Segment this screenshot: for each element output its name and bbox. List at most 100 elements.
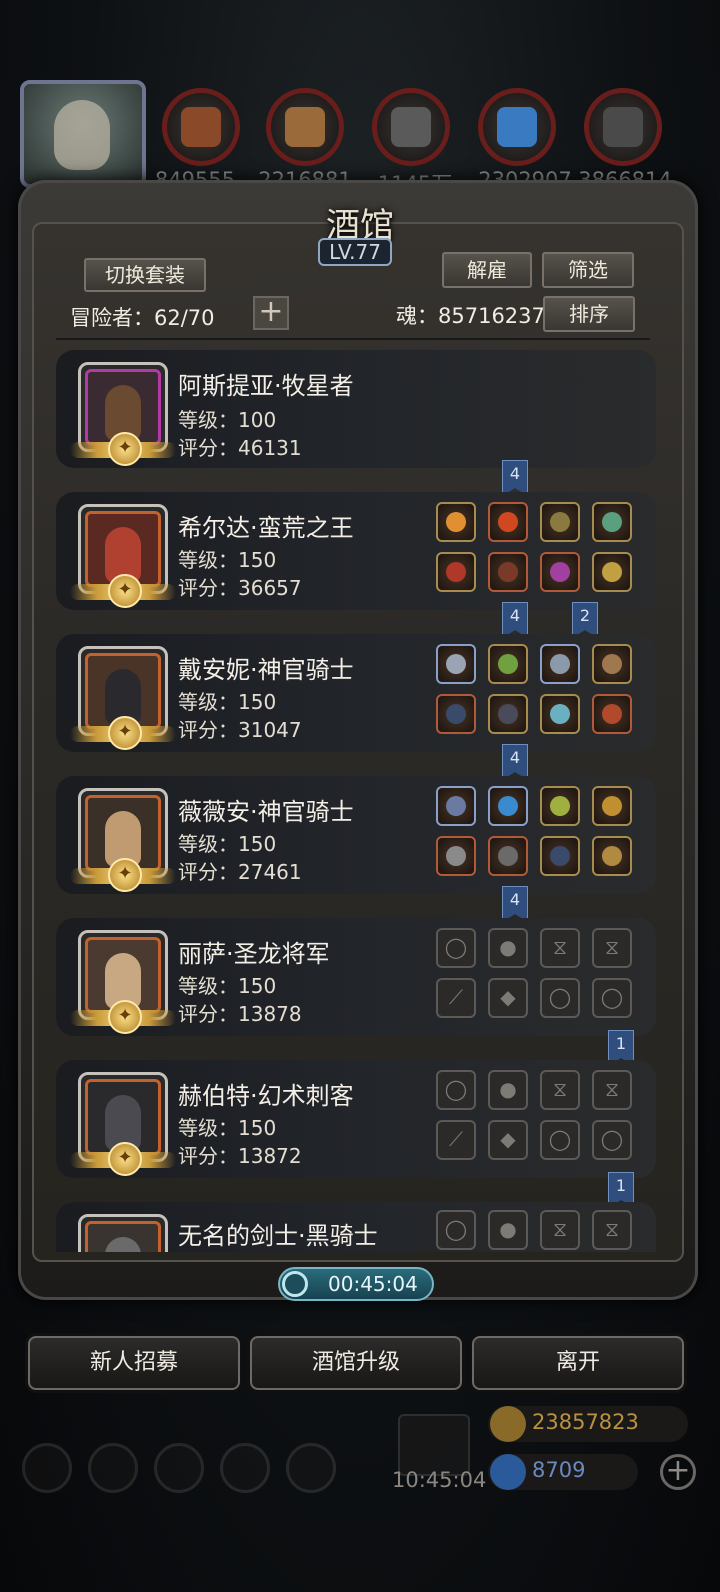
spiked-armor-icon[interactable] bbox=[488, 836, 528, 876]
sun-emblem-icon[interactable] bbox=[592, 836, 632, 876]
dagger-icon[interactable] bbox=[540, 644, 580, 684]
hero-level: 等级：100 bbox=[178, 408, 277, 432]
avatar-face bbox=[54, 100, 110, 170]
soul-count: 魂：85716237 bbox=[396, 304, 545, 328]
sword-icon[interactable] bbox=[592, 502, 632, 542]
empty-ring-slot-icon[interactable]: ◯ bbox=[592, 978, 632, 1018]
empty-hourglass-slot-icon[interactable]: ⧖ bbox=[592, 928, 632, 968]
hammer-icon[interactable] bbox=[436, 836, 476, 876]
empty-ring-slot-icon[interactable]: ◯ bbox=[592, 1120, 632, 1160]
gem-icon[interactable] bbox=[540, 552, 580, 592]
empty-drop-slot-icon[interactable]: ● bbox=[488, 1070, 528, 1110]
rank-medal-icon: ✦ bbox=[108, 716, 142, 750]
empty-necklace-slot-icon[interactable]: ◯ bbox=[436, 1070, 476, 1110]
empty-ring-slot-icon[interactable]: ◯ bbox=[540, 978, 580, 1018]
set-count-flag: 4 bbox=[502, 886, 528, 922]
water-drop-icon[interactable] bbox=[488, 786, 528, 826]
set-count-flag: 4 bbox=[502, 744, 528, 780]
hero-name: 希尔达·蛮荒之王 bbox=[178, 514, 354, 542]
tavern-upgrade-button[interactable]: 酒馆升级 bbox=[250, 1336, 462, 1390]
gold-coin-icon bbox=[490, 1406, 526, 1442]
lantern-icon[interactable] bbox=[540, 786, 580, 826]
empty-necklace-slot-icon[interactable]: ◯ bbox=[436, 1210, 476, 1250]
circlet-icon[interactable] bbox=[436, 644, 476, 684]
lamp-icon[interactable] bbox=[592, 786, 632, 826]
emblem-icon[interactable] bbox=[592, 552, 632, 592]
empty-hourglass-slot-icon[interactable]: ⧖ bbox=[540, 928, 580, 968]
hero-portrait bbox=[78, 1214, 168, 1252]
hero-name: 丽萨·圣龙将军 bbox=[178, 940, 330, 968]
hero-row[interactable]: ✦ 阿斯提亚·牧星者 等级：100 评分：46131 bbox=[56, 350, 656, 468]
hero-name: 薇薇安·神官骑士 bbox=[178, 798, 354, 826]
empty-hourglass-slot-icon[interactable]: ⧖ bbox=[592, 1070, 632, 1110]
filter-button[interactable]: 筛选 bbox=[542, 252, 634, 288]
switch-outfit-button[interactable]: 切换套装 bbox=[84, 258, 206, 292]
adventurer-count: 冒险者：62/70 bbox=[70, 306, 215, 330]
leave-button[interactable]: 离开 bbox=[472, 1336, 684, 1390]
set-count-flag: 4 bbox=[502, 602, 528, 638]
empty-drop-slot-icon[interactable]: ● bbox=[488, 1210, 528, 1250]
flame-orb-icon[interactable] bbox=[488, 502, 528, 542]
empty-hourglass-slot-icon[interactable]: ⧖ bbox=[540, 1210, 580, 1250]
gem-amount: 8709 bbox=[532, 1458, 586, 1482]
pendant-icon[interactable] bbox=[540, 836, 580, 876]
hero-row[interactable]: 无名的剑士·黑骑士 ◯ ● ⧖ ⧖ bbox=[56, 1202, 656, 1252]
hero-score: 评分：13872 bbox=[178, 1144, 302, 1168]
rank-medal-icon: ✦ bbox=[108, 858, 142, 892]
axe-icon[interactable] bbox=[436, 552, 476, 592]
empty-necklace-slot-icon[interactable]: ◯ bbox=[436, 928, 476, 968]
empty-ring-slot-icon[interactable]: ◯ bbox=[540, 1120, 580, 1160]
player-avatar[interactable] bbox=[20, 80, 146, 188]
recruit-button[interactable]: 新人招募 bbox=[28, 1336, 240, 1390]
gold-amount: 23857823 bbox=[532, 1410, 639, 1434]
empty-weapon-slot-icon[interactable]: ⟋ bbox=[436, 1120, 476, 1160]
halo-icon[interactable] bbox=[436, 786, 476, 826]
add-slot-button[interactable]: + bbox=[253, 296, 289, 330]
robe-icon[interactable] bbox=[488, 694, 528, 734]
hero-row[interactable]: ✦ 希尔达·蛮荒之王 等级：150 评分：36657 bbox=[56, 492, 656, 610]
map-icon[interactable] bbox=[286, 1443, 336, 1493]
set-count-flag: 2 bbox=[572, 602, 598, 638]
rank-medal-icon: ✦ bbox=[108, 574, 142, 608]
hero-row[interactable]: ✦ 薇薇安·神官骑士 等级：150 评分：27461 bbox=[56, 776, 656, 894]
boots-icon[interactable] bbox=[436, 694, 476, 734]
hero-score: 评分：13878 bbox=[178, 1002, 302, 1026]
cape-icon[interactable] bbox=[592, 644, 632, 684]
settings-icon[interactable] bbox=[22, 1443, 72, 1493]
hero-level: 等级：150 bbox=[178, 690, 277, 714]
empty-hourglass-slot-icon[interactable]: ⧖ bbox=[540, 1070, 580, 1110]
hero-name: 阿斯提亚·牧星者 bbox=[178, 372, 354, 400]
hero-row[interactable]: ✦ 戴安妮·神官骑士 等级：150 评分：31047 bbox=[56, 634, 656, 752]
dismiss-button[interactable]: 解雇 bbox=[442, 252, 532, 288]
book-icon[interactable] bbox=[154, 1443, 204, 1493]
sort-button[interactable]: 排序 bbox=[543, 296, 635, 332]
crystal-resource-icon bbox=[478, 88, 556, 166]
medal-icon[interactable] bbox=[88, 1443, 138, 1493]
bracer-icon[interactable] bbox=[540, 694, 580, 734]
gem-counter: 8709 bbox=[488, 1454, 638, 1490]
hero-list[interactable]: ✦ 阿斯提亚·牧星者 等级：100 评分：46131 4 ✦ 希尔达·蛮荒之王 … bbox=[56, 346, 656, 1252]
horn-icon[interactable] bbox=[592, 694, 632, 734]
armor-icon[interactable] bbox=[488, 552, 528, 592]
mail-icon[interactable] bbox=[220, 1443, 270, 1493]
hero-row[interactable]: ✦ 赫伯特·幻术刺客 等级：150 评分：13872 ◯ ● ⧖ ⧖ ⟋ ◆ ◯… bbox=[56, 1060, 656, 1178]
hero-row[interactable]: ✦ 丽萨·圣龙将军 等级：150 评分：13878 ◯ ● ⧖ ⧖ ⟋ ◆ ◯ … bbox=[56, 918, 656, 1036]
hero-level: 等级：150 bbox=[178, 1116, 277, 1140]
amulet-icon[interactable] bbox=[540, 502, 580, 542]
empty-weapon-slot-icon[interactable]: ⟋ bbox=[436, 978, 476, 1018]
hero-name: 无名的剑士·黑骑士 bbox=[178, 1222, 378, 1250]
empty-hourglass-slot-icon[interactable]: ⧖ bbox=[592, 1210, 632, 1250]
clock-icon bbox=[282, 1271, 308, 1297]
empty-armor-slot-icon[interactable]: ◆ bbox=[488, 1120, 528, 1160]
ring-icon[interactable] bbox=[436, 502, 476, 542]
steel-resource-icon bbox=[584, 88, 662, 166]
empty-drop-slot-icon[interactable]: ● bbox=[488, 928, 528, 968]
hero-score: 评分：36657 bbox=[178, 576, 302, 600]
empty-armor-slot-icon[interactable]: ◆ bbox=[488, 978, 528, 1018]
hero-level: 等级：150 bbox=[178, 548, 277, 572]
tavern-level-badge: LV.77 bbox=[318, 238, 392, 266]
gift-icon[interactable] bbox=[398, 1414, 470, 1476]
add-currency-button[interactable]: + bbox=[660, 1454, 696, 1490]
hero-level: 等级：150 bbox=[178, 832, 277, 856]
crystal-icon[interactable] bbox=[488, 644, 528, 684]
